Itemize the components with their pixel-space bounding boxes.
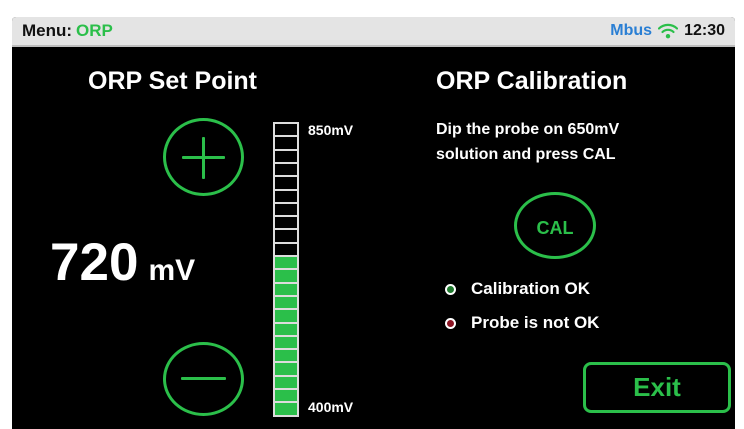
exit-button[interactable]: Exit bbox=[583, 362, 731, 413]
setpoint-value: 720 mV bbox=[50, 232, 195, 293]
instruction-line-2: solution and press CAL bbox=[436, 146, 616, 163]
error-indicator-dot bbox=[445, 317, 456, 329]
wifi-icon bbox=[657, 23, 679, 39]
setpoint-number: 720 bbox=[50, 233, 139, 292]
level-bar-segment bbox=[273, 401, 299, 418]
cal-button[interactable]: CAL bbox=[514, 192, 596, 259]
cal-button-label: CAL bbox=[536, 218, 574, 238]
probe-error-label: Probe is not OK bbox=[471, 313, 600, 332]
bus-label: Mbus bbox=[610, 22, 653, 39]
setpoint-title: ORP Set Point bbox=[88, 67, 258, 95]
clock: 12:30 bbox=[684, 22, 725, 39]
instruction-line-1: Dip the probe on 650mV bbox=[436, 121, 620, 138]
calibration-ok-status: Calibration OK bbox=[445, 279, 590, 299]
setpoint-level-bar bbox=[273, 122, 299, 418]
menu-indicator: Menu: ORP bbox=[22, 21, 113, 41]
ok-indicator-dot bbox=[445, 283, 456, 295]
status-area: Mbus 12:30 bbox=[610, 22, 725, 40]
menu-value: ORP bbox=[76, 21, 113, 40]
setpoint-unit: mV bbox=[148, 254, 196, 287]
calibration-instructions: Dip the probe on 650mV solution and pres… bbox=[436, 117, 716, 167]
probe-error-status: Probe is not OK bbox=[445, 313, 599, 333]
bar-min-label: 400mV bbox=[308, 399, 354, 415]
increase-button[interactable] bbox=[163, 118, 244, 196]
bar-max-label: 850mV bbox=[308, 122, 354, 138]
status-bar: Menu: ORP Mbus 12:30 bbox=[12, 17, 735, 47]
decrease-button[interactable] bbox=[163, 342, 244, 416]
calibration-title: ORP Calibration bbox=[436, 67, 628, 95]
device-screen: Menu: ORP Mbus 12:30 ORP Set Point ORP Ca… bbox=[12, 17, 735, 429]
menu-label: Menu: bbox=[22, 21, 73, 40]
calibration-ok-label: Calibration OK bbox=[471, 279, 591, 298]
